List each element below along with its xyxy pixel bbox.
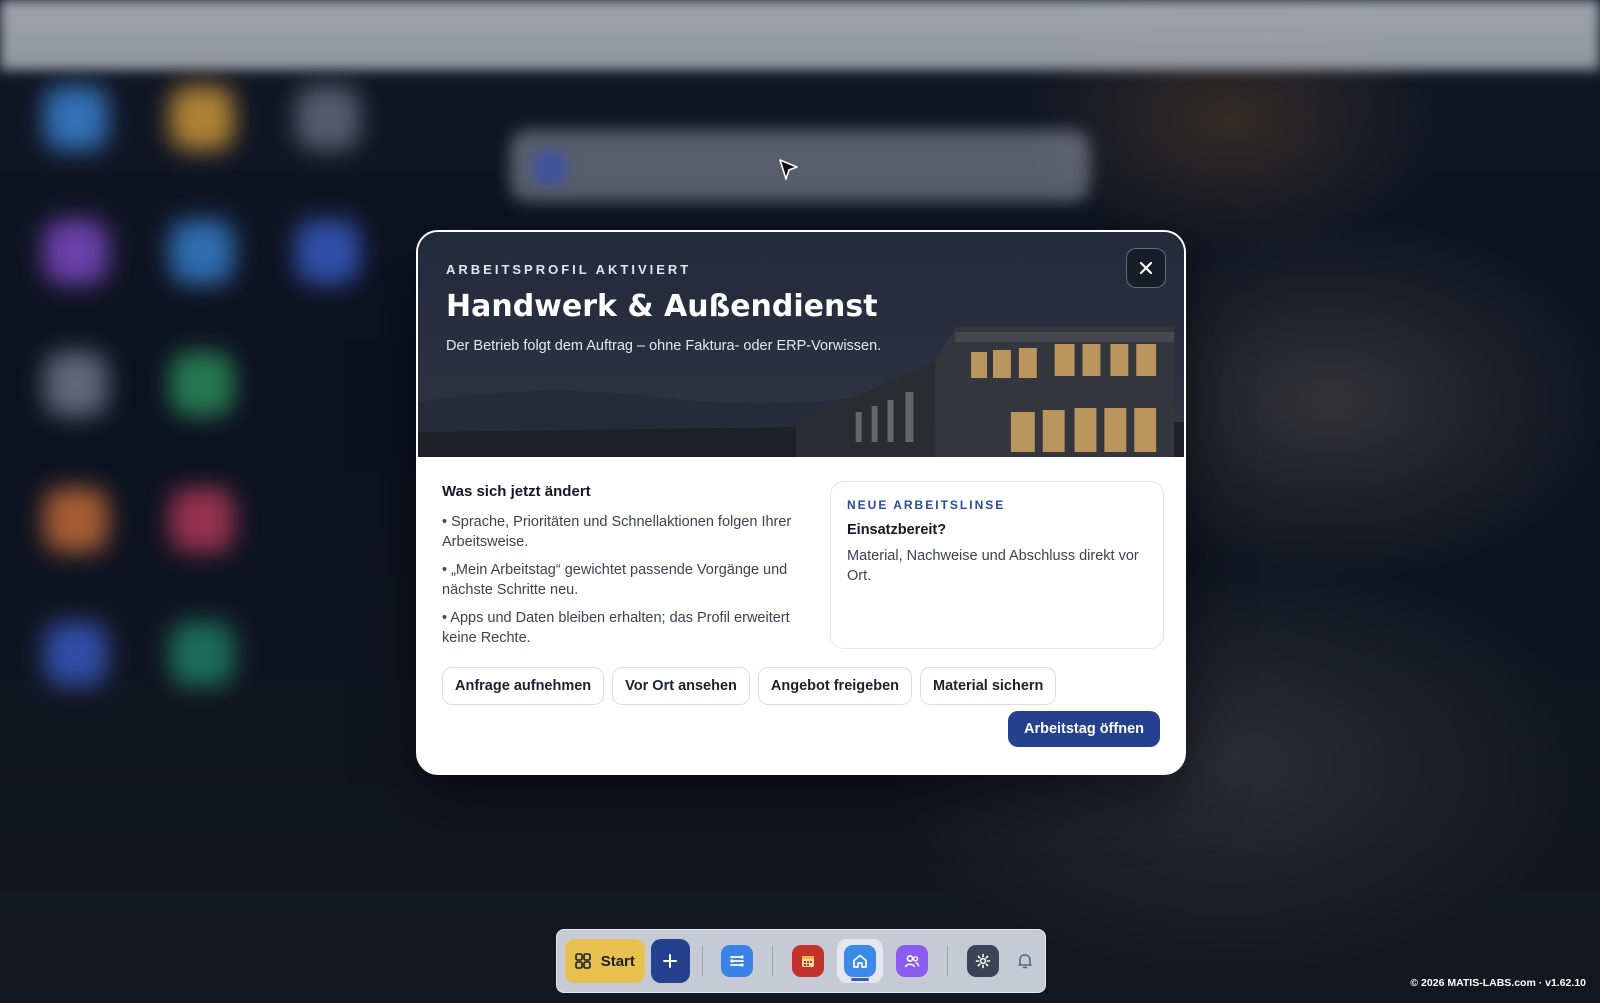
calendar-app-icon xyxy=(792,945,825,977)
calendar-icon xyxy=(802,956,815,967)
mouse-cursor-icon xyxy=(779,159,798,180)
work-lens-card: NEUE ARBEITSLINSE Einsatzbereit? Materia… xyxy=(830,481,1164,649)
workflow-icon xyxy=(730,955,745,967)
lens-text: Material, Nachweise und Abschluss direkt… xyxy=(847,548,1139,584)
dock-divider xyxy=(701,946,703,976)
lens-title: Einsatzbereit? xyxy=(847,522,947,538)
users-icon xyxy=(905,955,920,968)
start-button[interactable]: Start xyxy=(565,939,645,983)
desktop-app-icon xyxy=(170,622,234,686)
changes-heading: Was sich jetzt ändert xyxy=(442,483,591,500)
desktop-app-icon xyxy=(44,352,108,416)
desktop-app-icon xyxy=(296,86,360,150)
dock-divider xyxy=(772,946,774,976)
chip-angebot-freigeben[interactable]: Angebot freigeben xyxy=(757,667,912,705)
desktop-search-bar xyxy=(510,130,1090,202)
plus-icon xyxy=(663,954,678,968)
desktop-app-icon xyxy=(296,220,360,284)
users-app-icon xyxy=(896,945,929,977)
workflow-app-icon xyxy=(721,945,754,977)
desktop-app-icon xyxy=(44,86,108,150)
desktop-app-icon xyxy=(170,220,234,284)
close-button[interactable] xyxy=(1126,248,1166,288)
list-item: • Apps und Daten bleiben erhalten; das P… xyxy=(442,610,790,646)
active-indicator xyxy=(851,978,870,981)
desktop-app-icon xyxy=(44,622,108,686)
chip-vor-ort-ansehen[interactable]: Vor Ort ansehen xyxy=(612,667,750,705)
grid-icon xyxy=(574,953,591,969)
dock-app-calendar[interactable] xyxy=(785,939,831,983)
desktop-app-icon xyxy=(170,352,234,416)
dock-app-settings[interactable] xyxy=(960,939,1006,983)
desktop-app-icon xyxy=(44,488,108,552)
home-icon xyxy=(853,954,868,968)
list-item: • „Mein Arbeitstag“ gewichtet passende V… xyxy=(442,562,788,598)
dialog-subtitle: Der Betrieb folgt dem Auftrag – ohne Fak… xyxy=(446,338,882,354)
gear-icon xyxy=(975,953,991,969)
list-item: • Sprache, Prioritäten und Schnellaktion… xyxy=(442,514,792,550)
hero-text: ARBEITSPROFIL AKTIVIERT Handwerk & Außen… xyxy=(446,262,881,354)
dialog-body: Was sich jetzt ändert • Sprache, Priorit… xyxy=(418,457,1184,747)
close-icon xyxy=(1139,261,1153,275)
dialog-title: Handwerk & Außendienst xyxy=(446,289,878,324)
dock-app-home[interactable] xyxy=(837,939,884,983)
bell-icon xyxy=(1017,954,1032,969)
dock-app-workflow[interactable] xyxy=(714,939,760,983)
dialog-eyebrow: ARBEITSPROFIL AKTIVIERT xyxy=(446,262,692,277)
profile-activated-dialog: ARBEITSPROFIL AKTIVIERT Handwerk & Außen… xyxy=(416,230,1186,775)
changes-list: • Sprache, Prioritäten und Schnellaktion… xyxy=(442,512,802,648)
notifications-button[interactable] xyxy=(1012,945,1037,977)
dock: Start xyxy=(556,929,1046,993)
lens-eyebrow: NEUE ARBEITSLINSE xyxy=(847,498,1006,512)
changes-section: Was sich jetzt ändert • Sprache, Priorit… xyxy=(442,483,802,656)
desktop-app-icon xyxy=(44,220,108,284)
dock-app-users[interactable] xyxy=(889,939,935,983)
copyright-footer: © 2026 MATIS-LABS.com · v1.62.10 xyxy=(1410,977,1586,989)
dock-divider xyxy=(947,946,949,976)
home-app-icon xyxy=(844,945,877,977)
chip-anfrage-aufnehmen[interactable]: Anfrage aufnehmen xyxy=(442,667,605,705)
desktop-topbar xyxy=(0,0,1600,70)
start-label: Start xyxy=(600,952,635,970)
open-workday-button[interactable]: Arbeitstag öffnen xyxy=(1007,711,1160,747)
add-button[interactable] xyxy=(650,939,690,983)
quick-action-chips: Anfrage aufnehmen Vor Ort ansehen Angebo… xyxy=(442,667,1057,705)
chip-material-sichern[interactable]: Material sichern xyxy=(920,667,1057,705)
desktop-search-avatar xyxy=(532,150,568,186)
desktop-app-icon xyxy=(170,488,234,552)
desktop-app-icon xyxy=(170,86,234,150)
dialog-hero: ARBEITSPROFIL AKTIVIERT Handwerk & Außen… xyxy=(418,232,1184,457)
settings-app-icon xyxy=(967,945,1000,977)
